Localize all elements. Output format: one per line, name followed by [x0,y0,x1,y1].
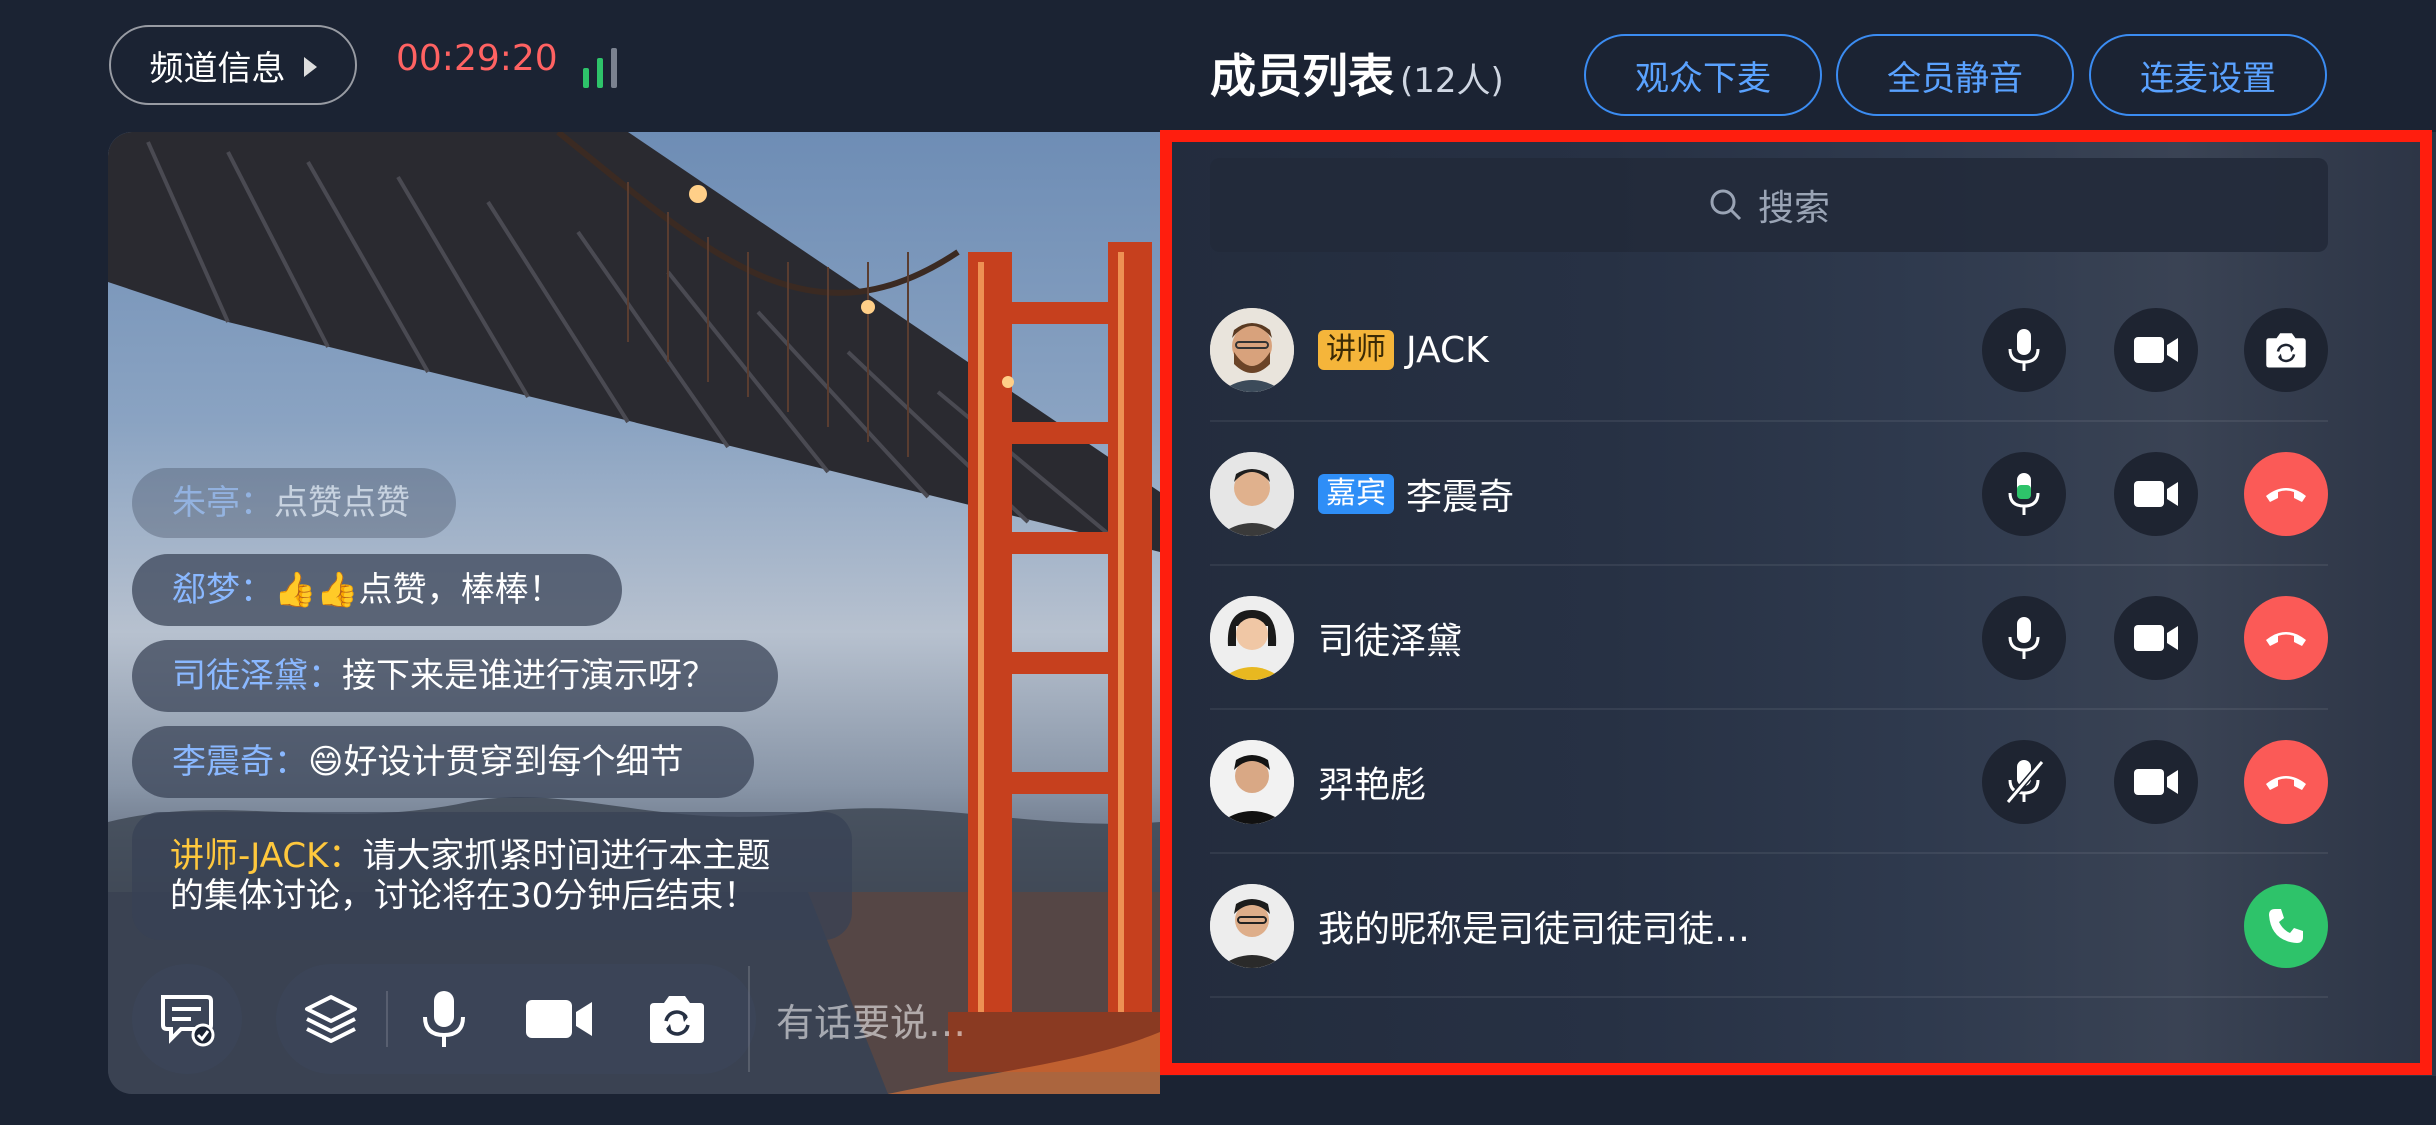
microphone-icon [2008,329,2040,371]
avatar [1210,596,1294,680]
search-icon [1710,189,1742,221]
switch-camera-icon [2266,333,2306,368]
microphone-muted-icon [2005,760,2045,804]
video-camera-icon [2134,481,2178,507]
member-name: 司徒泽黛 [1318,621,1463,662]
microphone-icon [423,991,465,1047]
chat-input[interactable]: 有话要说… [748,966,1138,1072]
hang-up-icon [2266,776,2306,790]
hang-up-button[interactable] [2244,452,2328,536]
video-camera-icon [2134,625,2178,651]
layers-icon [305,995,357,1043]
avatar [1210,452,1294,536]
mic-toggle-button[interactable] [1982,596,2066,680]
chat-toggle-button[interactable] [132,964,242,1074]
camera-button[interactable] [500,994,618,1044]
channel-info-label: 频道信息 [149,48,286,89]
member-row[interactable]: 讲师 JACK [1210,278,2328,422]
video-camera-icon [2134,337,2178,363]
signal-strength-icon [583,44,629,88]
camera-toggle-button[interactable] [2114,596,2198,680]
member-list-title: 成员列表 (12人) [1210,49,1504,103]
chat-message: 司徒泽黛： 接下来是谁进行演示呀？ [132,640,778,712]
video-camera-icon [2134,769,2178,795]
layers-button[interactable] [276,991,386,1047]
phone-icon [2269,909,2303,943]
member-row[interactable]: 嘉宾 李震奇 [1210,422,2328,566]
chat-message: 李震奇： 😄好设计贯穿到每个细节 [132,726,754,798]
member-name: 羿艳彪 [1318,765,1427,806]
member-name: JACK [1406,329,1489,371]
hang-up-button[interactable] [2244,740,2328,824]
chat-input-placeholder: 有话要说… [776,1000,967,1045]
camera-toggle-button[interactable] [2114,452,2198,536]
video-camera-icon [526,1000,592,1038]
avatar [1210,308,1294,392]
chat-message-teacher: 讲师-JACK：请大家抓紧时间进行本主题 的集体讨论，讨论将在30分钟后结束！ [132,812,852,940]
hang-up-button[interactable] [2244,596,2328,680]
switch-camera-button[interactable] [618,993,736,1045]
microphone-icon [2008,617,2040,659]
mute-all-button[interactable]: 全员静音 [1836,34,2074,116]
chat-message: 郄梦： 👍👍点赞，棒棒！ [132,554,622,626]
chat-message: 朱亭： 点赞点赞 [132,468,456,538]
camera-toggle-button[interactable] [2114,308,2198,392]
mic-toggle-button[interactable] [1982,308,2066,392]
member-row[interactable]: 司徒泽黛 [1210,566,2328,710]
live-timer: 00:29:20 [396,38,558,79]
avatar [1210,884,1294,968]
switch-camera-icon [650,996,704,1043]
chevron-right-icon [303,57,317,77]
camera-toggle-button[interactable] [2114,740,2198,824]
audience-off-mic-button[interactable]: 观众下麦 [1584,34,1822,116]
chat-icon [161,995,215,1047]
mic-toggle-button[interactable] [1982,740,2066,824]
member-name: 我的昵称是司徒司徒司徒… [1318,909,1751,950]
microphone-active-icon [2008,473,2040,515]
switch-camera-button[interactable] [2244,308,2328,392]
co-host-settings-button[interactable]: 连麦设置 [2089,34,2327,116]
avatar [1210,740,1294,824]
guest-badge: 嘉宾 [1318,474,1394,514]
hang-up-icon [2266,632,2306,646]
member-name: 李震奇 [1406,477,1515,518]
live-video: 朱亭： 点赞点赞 郄梦： 👍👍点赞，棒棒！ 司徒泽黛： 接下来是谁进行演示呀？ 李震奇… [108,132,1160,1094]
media-toolbar [276,964,756,1074]
member-count: (12人) [1400,61,1504,101]
member-row[interactable]: 我的昵称是司徒司徒司徒… [1210,854,2328,998]
hang-up-icon [2266,488,2306,502]
mic-toggle-button[interactable] [1982,452,2066,536]
accept-call-button[interactable] [2244,884,2328,968]
channel-info-button[interactable]: 频道信息 [109,25,357,105]
teacher-badge: 讲师 [1318,330,1394,370]
member-search-input[interactable]: 搜索 [1210,158,2328,252]
mic-button[interactable] [388,989,500,1049]
member-row[interactable]: 羿艳彪 [1210,710,2328,854]
search-placeholder: 搜索 [1757,188,1830,229]
